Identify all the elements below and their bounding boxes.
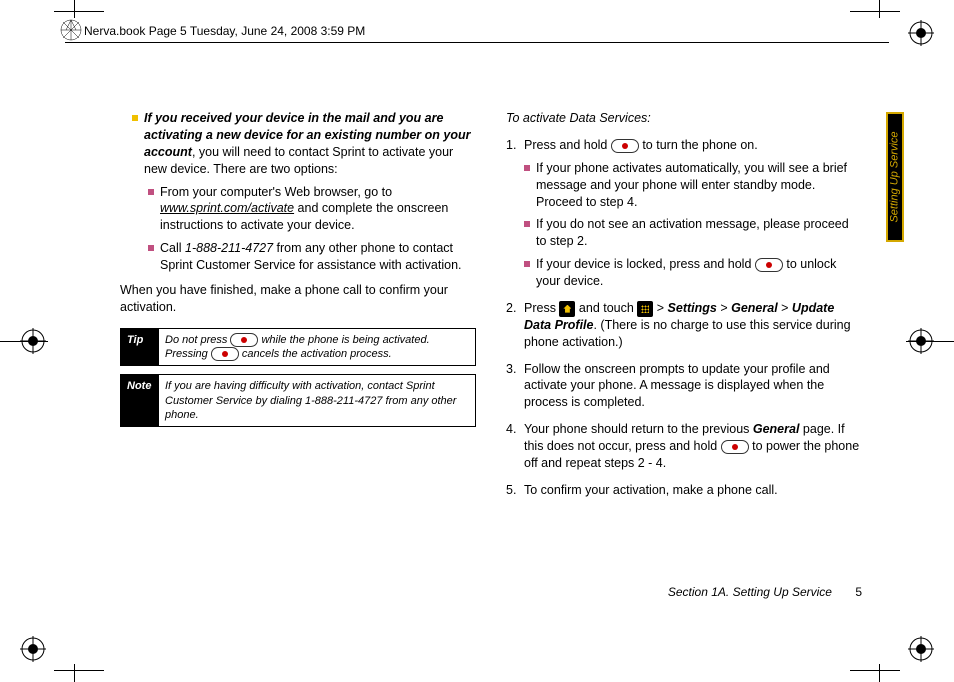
tip-box: Tip Do not press while the phone is bein… [120,328,476,367]
note-label: Note [121,375,159,426]
list-item: From your computer's Web browser, go to … [148,184,476,235]
step-text: to turn the phone on. [639,138,758,152]
section-tab: Setting Up Service [886,112,904,242]
bullet-icon [524,221,530,227]
tip-text: Do not press [165,334,230,346]
sub-text: If you do not see an activation message,… [536,216,862,250]
step-item: Follow the onscreen prompts to update yo… [506,361,862,412]
bullet-icon [148,189,154,195]
menu-path: General [753,422,800,436]
footer-page-number: 5 [855,585,862,599]
step-text: Press [524,301,559,315]
bullet-icon [148,245,154,251]
crop-mark [879,664,880,682]
page-footer: Section 1A. Setting Up Service 5 [668,584,862,600]
footer-section: Section 1A. Setting Up Service [668,585,832,599]
sub2-lead: Call [160,241,185,255]
power-button-icon [211,347,239,361]
list-item: If your device is locked, press and hold… [524,256,862,290]
section-tab-label: Setting Up Service [889,131,901,222]
crop-mark [906,341,954,342]
step-text: > [778,301,792,315]
tip-content: Do not press while the phone is being ac… [159,329,475,366]
list-item: If you received your device in the mail … [132,110,476,178]
menu-path: Settings [668,301,717,315]
note-content: If you are having difficulty with activa… [159,375,475,426]
step-item: To confirm your activation, make a phone… [506,482,862,499]
step-text: > [717,301,731,315]
support-phone: 1-888-211-4727 [185,241,273,255]
crop-mark [850,670,900,671]
list-item: Call 1-888-211-4727 from any other phone… [148,240,476,274]
menu-path: General [731,301,778,315]
right-column: To activate Data Services: Press and hol… [506,110,862,630]
step-text: > [653,301,667,315]
step-text: and touch [575,301,637,315]
bullet-icon [524,165,530,171]
section-header: To activate Data Services: [506,110,862,127]
crop-mark [54,11,104,12]
registration-mark-icon [908,20,934,46]
crop-mark [850,11,900,12]
power-button-icon [755,258,783,272]
crop-mark [0,341,48,342]
tip-label: Tip [121,329,159,366]
activate-url: www.sprint.com/activate [160,201,294,215]
list-item: If you do not see an activation message,… [524,216,862,250]
step-text: Press and hold [524,138,611,152]
registration-mark-icon [908,636,934,662]
sub-text-part: If your device is locked, press and hold [536,257,755,271]
page-content: If you received your device in the mail … [120,110,862,630]
header-text: Nerva.book Page 5 Tuesday, June 24, 2008… [84,24,365,38]
apps-grid-icon [637,301,653,317]
step-item: Press and hold to turn the phone on. If … [506,137,862,290]
left-column: If you received your device in the mail … [120,110,476,630]
power-button-icon [721,440,749,454]
step-item: Press and touch > Settings > General > U… [506,300,862,351]
registration-mark-icon [20,636,46,662]
framemaker-book-icon [60,19,82,41]
sub-text: If your device is locked, press and hold… [536,256,862,290]
tip-text: cancels the activation process. [239,348,392,360]
sub-text: If your phone activates automatically, y… [536,160,862,211]
bullet-icon [524,261,530,267]
power-button-icon [611,139,639,153]
sub1-lead: From your computer's Web browser, go to [160,185,392,199]
crop-mark [74,664,75,682]
bullet-icon [132,115,138,121]
note-box: Note If you are having difficulty with a… [120,374,476,427]
finish-paragraph: When you have finished, make a phone cal… [120,282,476,316]
crop-mark [74,0,75,18]
crop-mark [54,670,104,671]
step-text: Your phone should return to the previous [524,422,753,436]
list-item: If your phone activates automatically, y… [524,160,862,211]
power-button-icon [230,333,258,347]
crop-mark [879,0,880,18]
home-button-icon [559,301,575,317]
steps-list: Press and hold to turn the phone on. If … [506,137,862,499]
step-item: Your phone should return to the previous… [506,421,862,472]
header-rule [65,42,889,43]
